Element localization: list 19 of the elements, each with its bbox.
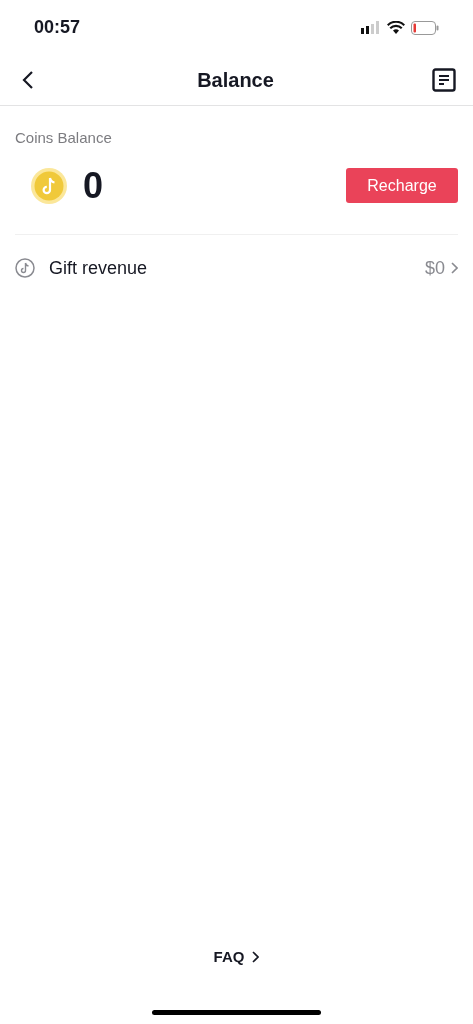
gift-revenue-label: Gift revenue (49, 256, 148, 280)
faq-link[interactable]: FAQ (213, 945, 260, 968)
status-time: 00:57 (34, 16, 81, 39)
chevron-right-icon (451, 262, 458, 274)
gift-revenue-row[interactable]: Gift revenue $0 (15, 234, 458, 302)
recharge-button[interactable]: Recharge (346, 168, 458, 203)
gift-revenue-value: $0 (424, 256, 445, 280)
coins-balance-label: Coins Balance (15, 128, 113, 148)
signal-icon (361, 21, 381, 34)
coin-icon (31, 167, 67, 204)
battery-icon (411, 20, 439, 35)
music-note-icon (15, 258, 35, 278)
back-icon (22, 70, 34, 90)
record-button[interactable] (431, 67, 457, 93)
coin-amount: 0 (83, 167, 104, 204)
chevron-right-icon (252, 950, 260, 963)
page-title: Balance (197, 68, 274, 93)
wifi-icon (387, 21, 405, 34)
document-icon (432, 68, 456, 92)
